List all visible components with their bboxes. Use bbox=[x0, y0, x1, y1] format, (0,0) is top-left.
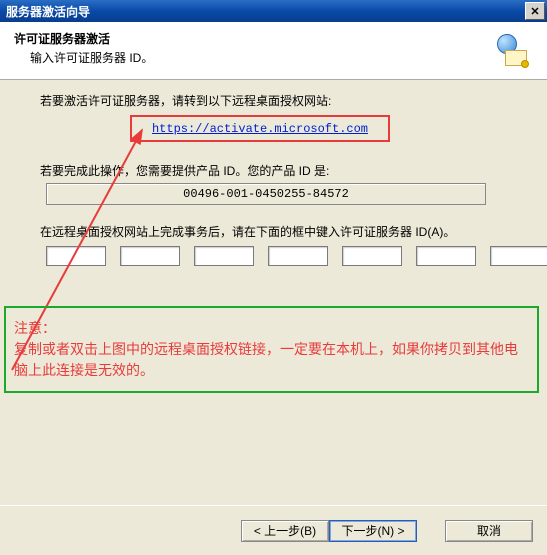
titlebar-text: 服务器激活向导 bbox=[6, 3, 90, 20]
license-id-input-2[interactable] bbox=[120, 246, 180, 266]
wizard-content: 若要激活许可证服务器，请转到以下远程桌面授权网站: https://activa… bbox=[0, 80, 547, 540]
license-id-input-3[interactable] bbox=[194, 246, 254, 266]
annotation-note: 注意： 复制或者双击上图中的远程桌面授权链接，一定要在本机上，如果你拷贝到其他电… bbox=[4, 306, 539, 393]
activation-link[interactable]: https://activate.microsoft.com bbox=[152, 122, 368, 136]
wizard-header: 许可证服务器激活 输入许可证服务器 ID。 bbox=[0, 22, 547, 80]
back-button[interactable]: < 上一步(B) bbox=[241, 520, 329, 542]
license-id-input-5[interactable] bbox=[342, 246, 402, 266]
activation-link-box: https://activate.microsoft.com bbox=[130, 115, 390, 142]
wizard-header-text: 许可证服务器激活 输入许可证服务器 ID。 bbox=[14, 30, 153, 66]
header-subtitle: 输入许可证服务器 ID。 bbox=[30, 49, 153, 66]
titlebar-buttons: ✕ bbox=[525, 2, 547, 20]
license-id-input-6[interactable] bbox=[416, 246, 476, 266]
license-id-input-7[interactable] bbox=[490, 246, 547, 266]
cancel-button[interactable]: 取消 bbox=[445, 520, 533, 542]
wizard-cert-icon bbox=[495, 34, 527, 66]
license-id-input-4[interactable] bbox=[268, 246, 328, 266]
instruction-1: 若要激活许可证服务器，请转到以下远程桌面授权网站: bbox=[40, 92, 507, 109]
instruction-2: 若要完成此操作，您需要提供产品 ID。您的产品 ID 是: bbox=[40, 162, 507, 179]
titlebar: 服务器激活向导 ✕ bbox=[0, 0, 547, 22]
product-id-box: 00496-001-0450255-84572 bbox=[46, 183, 486, 205]
license-id-input-1[interactable] bbox=[46, 246, 106, 266]
wizard-footer: < 上一步(B) 下一步(N) > 取消 bbox=[0, 505, 547, 555]
close-icon[interactable]: ✕ bbox=[525, 2, 545, 20]
next-button[interactable]: 下一步(N) > bbox=[329, 520, 417, 542]
license-id-inputs bbox=[46, 246, 507, 266]
instruction-3: 在远程桌面授权网站上完成事务后，请在下面的框中键入许可证服务器 ID(A)。 bbox=[40, 223, 507, 240]
header-title: 许可证服务器激活 bbox=[14, 32, 110, 46]
note-title: 注意： bbox=[14, 318, 529, 339]
note-body: 复制或者双击上图中的远程桌面授权链接，一定要在本机上，如果你拷贝到其他电脑上此连… bbox=[14, 339, 529, 381]
